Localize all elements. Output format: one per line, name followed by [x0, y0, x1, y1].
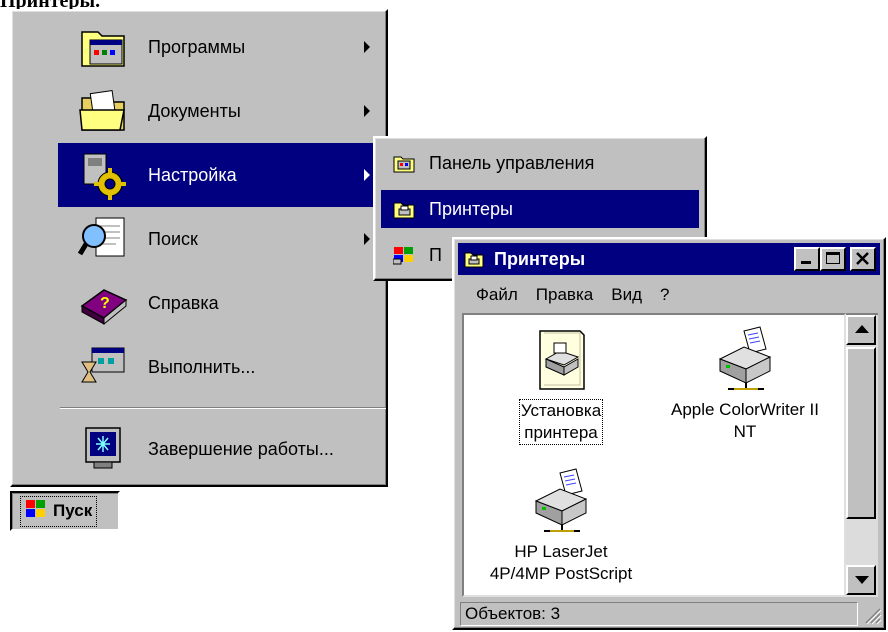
start-button-focus: Пуск — [20, 495, 98, 527]
taskbar-icon — [392, 245, 415, 265]
printer-icon — [526, 467, 596, 537]
submenu-item-label: Панель управления — [429, 152, 595, 173]
item-label-line1: Apple ColorWriter II — [670, 400, 819, 419]
close-icon — [856, 252, 869, 265]
submenu-arrow-icon — [364, 169, 370, 181]
settings-icon — [76, 148, 130, 202]
svg-text:?: ? — [100, 295, 110, 312]
menu-help[interactable]: ? — [660, 285, 669, 305]
start-menu-item-settings[interactable]: Настройка — [58, 143, 386, 207]
maximize-icon — [826, 252, 840, 264]
printers-window: Принтеры Файл Правка Вид ? Установка при… — [452, 237, 886, 630]
submenu-arrow-icon — [364, 233, 370, 245]
printers-folder-icon — [393, 199, 415, 219]
item-label: Установка принтера — [518, 399, 604, 445]
minimize-icon — [801, 261, 811, 264]
list-item-apple-colorwriter[interactable]: Apple ColorWriter II NT — [650, 325, 840, 443]
start-menu-item-label: Справка — [148, 292, 219, 313]
start-menu-item-shutdown[interactable]: Завершение работы... — [58, 417, 386, 481]
item-label-line2: 4P/4MP PostScript — [489, 564, 633, 583]
start-menu-item-help[interactable]: ? Справка — [58, 271, 386, 335]
submenu-arrow-icon — [364, 105, 370, 117]
list-item-hp-laserjet[interactable]: HP LaserJet 4P/4MP PostScript — [466, 467, 656, 585]
menu-file[interactable]: Файл — [476, 285, 518, 305]
start-menu-item-search[interactable]: Поиск — [58, 207, 386, 271]
add-printer-icon — [526, 325, 596, 395]
printers-list: Установка принтера Apple ColorWriter II — [462, 313, 846, 597]
submenu-arrow-icon — [364, 41, 370, 53]
item-label-line2: NT — [733, 422, 757, 441]
window-titlebar[interactable]: Принтеры — [458, 243, 880, 275]
shutdown-icon — [76, 422, 130, 476]
start-menu-item-label: Документы — [148, 100, 241, 121]
vertical-scrollbar[interactable] — [846, 313, 878, 597]
window-title: Принтеры — [494, 248, 586, 269]
windows-logo-icon — [25, 499, 47, 524]
start-menu-item-label: Завершение работы... — [148, 438, 334, 459]
menu-view[interactable]: Вид — [611, 285, 642, 305]
search-icon — [76, 212, 130, 266]
minimize-button[interactable] — [794, 247, 820, 271]
status-text: Объектов: 3 — [460, 602, 858, 626]
run-icon — [76, 340, 130, 394]
submenu-item-control-panel[interactable]: Панель управления — [381, 144, 699, 182]
item-label: HP LaserJet 4P/4MP PostScript — [490, 541, 632, 585]
printer-icon — [710, 325, 780, 395]
arrow-down-icon — [855, 576, 869, 584]
documents-icon — [76, 84, 130, 138]
close-button[interactable] — [850, 247, 876, 271]
start-menu-item-run[interactable]: Выполнить... — [58, 335, 386, 399]
list-item-add-printer[interactable]: Установка принтера — [466, 325, 656, 445]
start-menu-item-label: Поиск — [148, 228, 198, 249]
window-menubar: Файл Правка Вид ? — [462, 281, 876, 309]
scroll-down-button[interactable] — [846, 565, 876, 595]
start-menu-item-documents[interactable]: Документы — [58, 79, 386, 143]
status-bar: Объектов: 3 — [460, 601, 882, 627]
start-menu-side-stripe — [14, 13, 56, 483]
item-label: Apple ColorWriter II NT — [671, 399, 819, 443]
control-panel-icon — [393, 153, 415, 173]
submenu-item-label: Принтеры — [429, 198, 513, 219]
item-label-line1: Установка — [520, 401, 602, 420]
submenu-item-printers[interactable]: Принтеры — [381, 190, 699, 228]
start-menu-item-label: Выполнить... — [148, 356, 256, 377]
start-button-label: Пуск — [53, 501, 93, 520]
arrow-up-icon — [855, 325, 869, 333]
window-controls — [794, 247, 876, 271]
scroll-up-button[interactable] — [846, 315, 876, 345]
resize-grip-icon[interactable] — [860, 603, 882, 625]
start-menu-item-label: Настройка — [148, 164, 237, 185]
start-button[interactable]: Пуск — [10, 491, 120, 531]
item-label-line1: HP LaserJet — [514, 542, 608, 561]
start-menu-item-label: Программы — [148, 36, 246, 57]
item-label-line2: принтера — [524, 423, 598, 442]
menu-separator — [60, 407, 386, 409]
start-menu-item-programs[interactable]: Программы — [58, 15, 386, 79]
start-menu: Программы Документы Настройка Поиск ? Сп… — [10, 9, 388, 487]
printers-folder-icon — [464, 250, 484, 268]
submenu-item-label: П — [429, 244, 442, 265]
scroll-thumb[interactable] — [846, 347, 876, 519]
menu-edit[interactable]: Правка — [536, 285, 593, 305]
programs-icon — [76, 20, 130, 74]
help-icon: ? — [76, 276, 130, 330]
maximize-button[interactable] — [820, 247, 846, 271]
